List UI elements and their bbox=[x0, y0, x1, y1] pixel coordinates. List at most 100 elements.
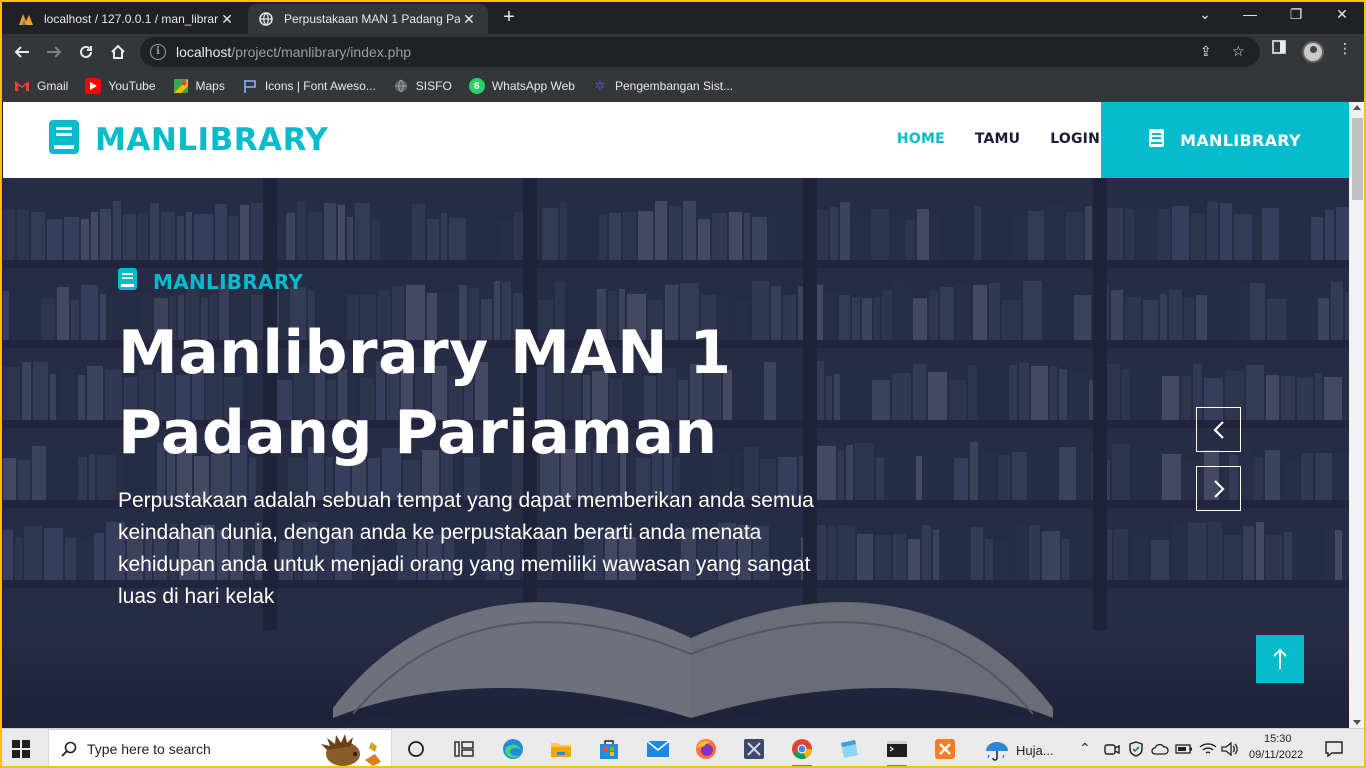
page-viewport: MANLIBRARY Manlibrary MAN 1 Padang Paria… bbox=[3, 102, 1349, 728]
minimize-icon[interactable]: — bbox=[1238, 6, 1262, 22]
terminal-icon[interactable] bbox=[885, 737, 909, 767]
hero-headline-line2: Padang Pariaman bbox=[118, 398, 718, 468]
wifi-icon[interactable] bbox=[1196, 737, 1220, 761]
whatsapp-icon: 6 bbox=[468, 78, 485, 94]
battery-icon[interactable] bbox=[1172, 737, 1196, 761]
back-button[interactable] bbox=[10, 40, 34, 64]
snipping-tool-icon[interactable] bbox=[742, 737, 766, 761]
carousel-prev-button[interactable] bbox=[1196, 407, 1241, 452]
bookmark-youtube[interactable]: YouTube bbox=[85, 78, 156, 94]
flag-icon bbox=[242, 78, 258, 94]
bookmark-maps[interactable]: Maps bbox=[173, 78, 225, 94]
notepad-icon[interactable] bbox=[837, 737, 861, 761]
new-tab-button[interactable]: + bbox=[498, 7, 520, 29]
side-panel-icon[interactable] bbox=[1272, 40, 1286, 57]
tab-title: localhost / 127.0.0.1 / man_library bbox=[44, 12, 218, 26]
site-info-icon[interactable]: i bbox=[150, 44, 166, 60]
nav-cta-label: MANLIBRARY bbox=[1180, 130, 1301, 150]
phpmyadmin-icon bbox=[18, 11, 34, 27]
rain-umbrella-icon bbox=[986, 742, 1008, 761]
bookmark-sisfo[interactable]: SISFO bbox=[393, 78, 452, 94]
microsoft-store-icon[interactable] bbox=[597, 737, 621, 761]
close-tab-icon[interactable]: ✕ bbox=[218, 11, 236, 28]
youtube-icon bbox=[85, 78, 102, 94]
carousel-next-button[interactable] bbox=[1196, 466, 1241, 511]
globe-icon bbox=[393, 78, 409, 94]
gmail-icon bbox=[14, 78, 30, 94]
site-brand[interactable]: MANLIBRARY bbox=[49, 120, 328, 159]
hero-eyebrow: MANLIBRARY bbox=[118, 268, 878, 295]
windows-taskbar: Type here to search Huja... ⌃ 15:30 09/1… bbox=[0, 728, 1366, 768]
edge-icon[interactable] bbox=[501, 737, 525, 761]
bookmark-pengembangan[interactable]: ✲ Pengembangan Sist... bbox=[592, 78, 734, 94]
back-to-top-button[interactable] bbox=[1256, 635, 1304, 683]
scroll-up-arrow[interactable] bbox=[1353, 105, 1361, 110]
menu-icon[interactable]: ⋮ bbox=[1338, 40, 1352, 57]
widgets-icon[interactable] bbox=[452, 737, 476, 761]
hero-headline: Manlibrary MAN 1 Padang Pariaman bbox=[118, 313, 878, 473]
hero-lead-text: Perpustakaan adalah sebuah tempat yang d… bbox=[118, 489, 814, 608]
hero-slide: MANLIBRARY Manlibrary MAN 1 Padang Paria… bbox=[118, 268, 878, 613]
clock-time[interactable]: 15:30 bbox=[1264, 733, 1292, 745]
bookmark-star-icon[interactable]: ☆ bbox=[1232, 43, 1245, 60]
chrome-icon[interactable] bbox=[790, 737, 814, 767]
reload-button[interactable] bbox=[74, 40, 98, 64]
chevron-up-icon[interactable]: ⌃ bbox=[1079, 740, 1091, 757]
hero-eyebrow-label: MANLIBRARY bbox=[153, 269, 304, 294]
hero-headline-line1: Manlibrary MAN 1 bbox=[118, 318, 732, 388]
close-window-icon[interactable]: ✕ bbox=[1330, 6, 1354, 23]
notification-icon[interactable] bbox=[1322, 737, 1346, 761]
main-nav: HOME TAMU LOGIN bbox=[867, 131, 1100, 147]
volume-icon[interactable] bbox=[1218, 737, 1242, 761]
nav-tamu-link[interactable]: TAMU bbox=[975, 131, 1020, 147]
xampp-icon[interactable] bbox=[933, 737, 957, 761]
page-scrollbar[interactable] bbox=[1349, 102, 1366, 728]
sparkle-icon: ✲ bbox=[594, 78, 606, 93]
search-placeholder: Type here to search bbox=[87, 741, 211, 757]
home-button[interactable] bbox=[106, 40, 130, 64]
restore-icon[interactable]: ❐ bbox=[1284, 6, 1308, 23]
book-icon bbox=[1149, 128, 1165, 152]
nav-home-link[interactable]: HOME bbox=[897, 131, 945, 147]
arrow-up-icon bbox=[1273, 648, 1287, 669]
meet-now-icon[interactable] bbox=[1100, 737, 1124, 761]
weather-widget[interactable]: Huja... bbox=[984, 739, 1054, 761]
tab-title: Perpustakaan MAN 1 Padang Pariaman bbox=[284, 12, 460, 26]
nav-cta-button[interactable]: MANLIBRARY bbox=[1101, 102, 1349, 178]
profile-avatar[interactable] bbox=[1302, 41, 1324, 63]
file-explorer-icon[interactable] bbox=[549, 737, 573, 761]
book-icon bbox=[49, 120, 79, 159]
close-tab-icon[interactable]: ✕ bbox=[460, 11, 478, 28]
firefox-icon[interactable] bbox=[694, 737, 718, 761]
onedrive-icon[interactable] bbox=[1148, 737, 1172, 761]
search-icon bbox=[61, 741, 77, 757]
clock-date[interactable]: 09/11/2022 bbox=[1249, 749, 1303, 761]
nav-login-link[interactable]: LOGIN bbox=[1050, 131, 1100, 147]
bookmark-whatsapp[interactable]: 6 WhatsApp Web bbox=[468, 78, 575, 94]
address-url: localhost/project/manlibrary/index.php bbox=[176, 44, 412, 60]
tab-search-icon[interactable]: ⌄ bbox=[1193, 6, 1217, 23]
browser-toolbar: i localhost/project/manlibrary/index.php… bbox=[0, 34, 1366, 70]
task-view-icon[interactable] bbox=[404, 737, 428, 761]
globe-icon bbox=[258, 11, 274, 27]
site-navbar: MANLIBRARY HOME TAMU LOGIN MANLIBRARY bbox=[3, 102, 1349, 178]
shield-icon[interactable] bbox=[1124, 737, 1148, 761]
scroll-thumb[interactable] bbox=[1352, 118, 1363, 200]
bookmark-fontawesome[interactable]: Icons | Font Aweso... bbox=[242, 78, 376, 94]
tab-perpustakaan[interactable]: Perpustakaan MAN 1 Padang Pariaman ✕ bbox=[248, 4, 488, 34]
tab-phpmyadmin[interactable]: localhost / 127.0.0.1 / man_library ✕ bbox=[8, 4, 246, 34]
taskbar-search-box[interactable]: Type here to search bbox=[48, 729, 392, 768]
hero-carousel: MANLIBRARY Manlibrary MAN 1 Padang Paria… bbox=[3, 178, 1349, 728]
bookmarks-bar: Gmail YouTube Maps Icons | Font Aweso...… bbox=[0, 70, 1366, 102]
scroll-down-arrow[interactable] bbox=[1353, 720, 1361, 725]
bookmark-gmail[interactable]: Gmail bbox=[14, 78, 68, 94]
share-icon[interactable]: ⇪ bbox=[1200, 43, 1212, 60]
book-icon bbox=[118, 268, 137, 295]
mail-icon[interactable] bbox=[646, 737, 670, 761]
address-bar[interactable]: i localhost/project/manlibrary/index.php bbox=[140, 37, 1260, 67]
windows-start-icon[interactable] bbox=[12, 740, 30, 763]
brand-name: MANLIBRARY bbox=[95, 121, 329, 158]
browser-tab-strip: localhost / 127.0.0.1 / man_library ✕ Pe… bbox=[0, 0, 1366, 34]
maps-icon bbox=[173, 78, 189, 94]
forward-button[interactable] bbox=[42, 40, 66, 64]
